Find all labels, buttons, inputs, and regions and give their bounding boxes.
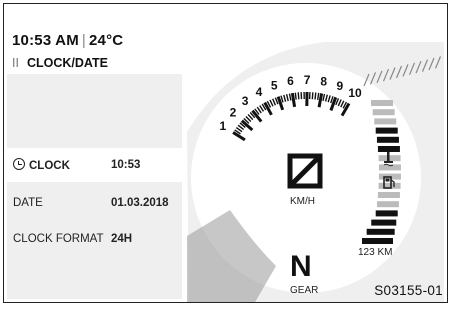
gear-indicator: N: [290, 250, 312, 283]
tach-tick-label: 8: [320, 75, 327, 89]
gauge-bar-segment: [374, 118, 397, 125]
gauge-bar-segment: [375, 127, 398, 134]
setting-label: CLOCK: [29, 160, 70, 172]
gauge-bar-segment: [372, 109, 395, 116]
gauge-bar-segment: [377, 146, 400, 152]
gear-label: GEAR: [290, 285, 319, 296]
setting-label: DATE: [13, 197, 43, 209]
odometer-readout: 123 KM: [358, 247, 393, 258]
tach-tick-label: 6: [287, 74, 294, 88]
setting-value: 01.03.2018: [111, 197, 169, 209]
gauge-bar-segment: [371, 100, 393, 106]
menu-title: II CLOCK/DATE: [12, 56, 108, 70]
tach-tick-label: 2: [230, 106, 237, 120]
tach-tick-label: 5: [271, 78, 278, 92]
menu-title-label: CLOCK/DATE: [26, 56, 108, 70]
tach-tick-label: 1: [220, 119, 227, 133]
gauge-bar-segment: [377, 192, 400, 198]
tach-tick-label: 4: [256, 85, 263, 99]
gauge-bar-segment: [376, 136, 399, 143]
tach-minor-tick: [297, 92, 300, 100]
tach-tick-label: 9: [337, 79, 344, 93]
dashboard-frame: 1 2 3 4 5 6 7 8 9 10 10:53 AM | 24°C II CL: [3, 3, 448, 303]
setting-label: CLOCK FORMAT: [13, 233, 104, 245]
gauge-bar-segment: [375, 210, 398, 217]
gauge-bar-segment: [371, 219, 397, 226]
figure-reference: S03155-01: [374, 283, 443, 298]
time-readout: 10:53 AM: [12, 32, 79, 49]
gauge-bar-segment: [362, 238, 393, 244]
temperature-readout: 24°C: [89, 32, 124, 49]
gauge-bar-segment: [376, 201, 399, 208]
setting-row-date[interactable]: DATE 01.03.2018: [7, 186, 182, 220]
menu-level-icon: II: [12, 56, 19, 70]
tach-minor-tick: [314, 92, 317, 100]
setting-row-clock-format[interactable]: CLOCK FORMAT 24H: [7, 222, 182, 256]
clock-icon: [13, 158, 25, 170]
tach-minor-tick: [294, 92, 297, 100]
gauge-bar-segment: [378, 155, 401, 162]
tach-tick-label: 10: [348, 86, 362, 100]
status-bar: 10:53 AM | 24°C: [12, 32, 123, 49]
tach-tick-label: 7: [304, 73, 311, 87]
tach-minor-tick: [311, 92, 314, 100]
setting-value: 24H: [111, 233, 133, 245]
tach-tick-label: 3: [242, 94, 249, 108]
setting-row-clock[interactable]: CLOCK 10:53: [7, 148, 182, 182]
gauge-bar-segment: [366, 228, 395, 235]
setting-value: 10:53: [111, 159, 141, 171]
status-separator: |: [81, 32, 87, 49]
speed-unit-label: KM/H: [290, 196, 315, 207]
